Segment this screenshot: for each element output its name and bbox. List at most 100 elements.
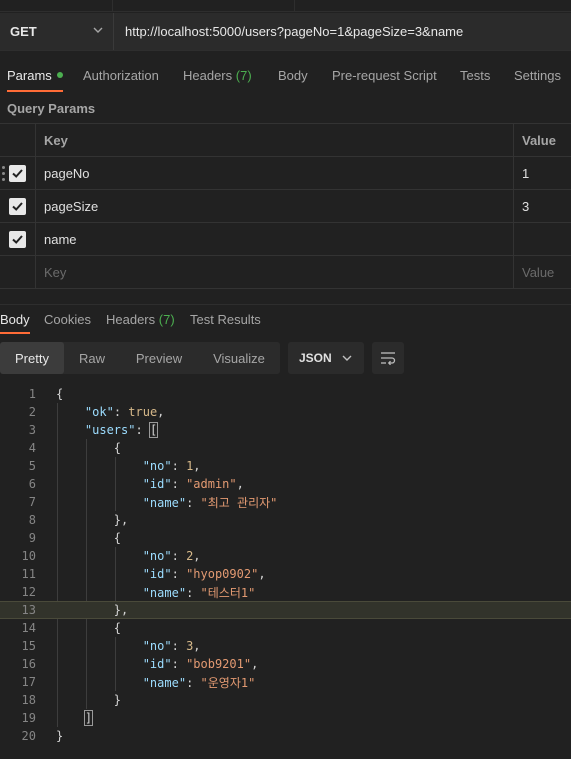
row-check-cell (0, 190, 36, 222)
tab-pre-request-script[interactable]: Pre-request Script (332, 58, 437, 92)
new-value-input[interactable]: Value (514, 256, 571, 288)
code-line: 4 { (0, 439, 571, 457)
view-raw-button[interactable]: Raw (64, 342, 120, 374)
line-number: 10 (21, 549, 36, 563)
view-visualize-button[interactable]: Visualize (198, 342, 280, 374)
tab-label: Headers (183, 67, 233, 83)
response-body-viewer[interactable]: 1{ 2 "ok": true, 3 "users": [ 4 { 5 "no"… (0, 385, 571, 745)
param-key-field[interactable]: pageSize (36, 190, 514, 222)
json-key: "no" (142, 549, 172, 563)
param-value-field[interactable]: 1 (514, 157, 571, 189)
tab-headers[interactable]: Headers (7) (183, 58, 252, 92)
column-header-key: Key (36, 124, 514, 156)
json-value: 2 (186, 549, 194, 563)
param-key-field[interactable]: pageNo (36, 157, 514, 189)
code-line: 1{ (0, 385, 571, 403)
checkmark-icon (12, 234, 23, 244)
line-number: 20 (21, 729, 36, 743)
json-value: "테스터1" (200, 585, 256, 600)
divider (294, 0, 295, 12)
param-key-field[interactable]: name (36, 223, 514, 255)
table-header-row: Key Value (0, 124, 571, 157)
code-line-highlighted: 13 }, (0, 601, 571, 619)
tab-label: Params (7, 67, 52, 83)
view-preview-button[interactable]: Preview (120, 342, 198, 374)
wrap-lines-button[interactable] (372, 342, 404, 374)
param-checkbox[interactable] (9, 197, 26, 215)
line-number: 13 (21, 603, 36, 617)
json-key: "no" (142, 639, 172, 653)
line-number: 6 (28, 477, 36, 491)
code-line: 7 "name": "최고 관리자" (0, 493, 571, 511)
checkmark-icon (12, 201, 23, 211)
tab-settings[interactable]: Settings (514, 58, 561, 92)
request-url-bar: GET http://localhost:5000/users?pageNo=1… (0, 13, 571, 51)
tab-label: Pre-request Script (332, 67, 437, 83)
line-number: 19 (21, 711, 36, 725)
view-pretty-button[interactable]: Pretty (0, 342, 64, 374)
json-key: "no" (142, 459, 172, 473)
tab-label: Tests (460, 67, 491, 83)
json-key: "id" (142, 477, 172, 491)
code-line: 6 "id": "admin", (0, 475, 571, 493)
json-key: "id" (142, 567, 172, 581)
json-value: "bob9201" (186, 657, 252, 671)
window-top-strip (0, 0, 571, 12)
line-number: 4 (28, 441, 36, 455)
code-line: 8 }, (0, 511, 571, 529)
line-number: 18 (21, 693, 36, 707)
tab-response-body[interactable]: Body (0, 305, 30, 334)
tab-test-results[interactable]: Test Results (190, 305, 261, 334)
line-number: 8 (28, 513, 36, 527)
tab-label: Authorization (83, 67, 159, 83)
json-value: "hyop0902" (186, 567, 259, 581)
new-key-input[interactable]: Key (36, 256, 514, 288)
tab-label: Headers (106, 312, 156, 327)
tab-body[interactable]: Body (278, 58, 308, 92)
response-view-bar: Pretty Raw Preview Visualize JSON (0, 342, 571, 374)
json-key: "id" (142, 657, 172, 671)
tab-response-headers[interactable]: Headers (7) (106, 305, 175, 334)
code-line: 15 "no": 3, (0, 637, 571, 655)
table-row: name (0, 223, 571, 256)
line-number: 15 (21, 639, 36, 653)
status-dot-icon (56, 72, 63, 78)
tab-label: Test Results (190, 312, 261, 327)
tab-authorization[interactable]: Authorization (83, 58, 159, 92)
row-check-cell (0, 223, 36, 255)
column-header-value: Value (522, 132, 556, 148)
code-line: 20} (0, 727, 571, 745)
line-number: 9 (28, 531, 36, 545)
code-line: 10 "no": 2, (0, 547, 571, 565)
json-key: "name" (142, 675, 187, 690)
drag-handle-icon[interactable] (2, 166, 5, 181)
row-check-cell (0, 157, 36, 189)
url-input[interactable]: http://localhost:5000/users?pageNo=1&pag… (114, 13, 571, 50)
method-select[interactable]: GET (0, 13, 114, 50)
param-value-field[interactable] (514, 223, 571, 255)
param-checkbox[interactable] (9, 164, 26, 182)
query-params-title: Query Params (7, 101, 96, 116)
tab-count-badge: (7) (235, 67, 252, 83)
request-tabs: Params Authorization Headers (7) Body Pr… (0, 58, 571, 92)
chevron-down-icon (342, 355, 352, 361)
tab-tests[interactable]: Tests (460, 58, 490, 92)
json-value: 3 (186, 639, 194, 653)
chevron-down-icon (93, 27, 103, 33)
json-key: "ok" (84, 405, 114, 419)
header-check-cell (0, 124, 36, 156)
param-checkbox[interactable] (9, 230, 26, 248)
tab-count-badge: (7) (158, 312, 175, 327)
tab-params[interactable]: Params (7, 58, 63, 92)
param-value-field[interactable]: 3 (514, 190, 571, 222)
table-row: pageSize 3 (0, 190, 571, 223)
line-number: 17 (21, 675, 36, 689)
json-value: "운영자1" (200, 675, 256, 690)
tab-label: Settings (514, 67, 561, 83)
code-line: 19 ] (0, 709, 571, 727)
line-number: 14 (21, 621, 36, 635)
line-number: 16 (21, 657, 36, 671)
format-select[interactable]: JSON (288, 342, 364, 374)
tab-cookies[interactable]: Cookies (44, 305, 91, 334)
tab-label: Cookies (44, 312, 91, 327)
